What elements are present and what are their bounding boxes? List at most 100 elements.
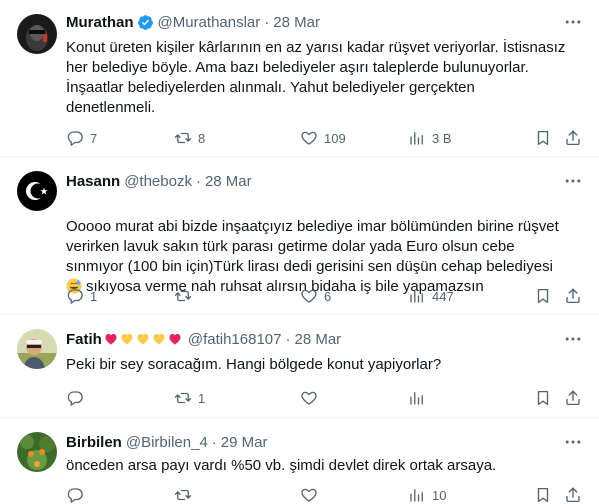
- avatar[interactable]: [17, 14, 57, 54]
- author-name[interactable]: Murathan: [66, 14, 134, 31]
- avatar-image: [17, 14, 57, 54]
- separator-dot: ·: [264, 13, 270, 31]
- author-handle[interactable]: @thebozk: [124, 173, 192, 190]
- more-icon[interactable]: [563, 12, 583, 32]
- author-handle[interactable]: @Murathanslar: [158, 14, 261, 31]
- reply-button[interactable]: [66, 485, 90, 504]
- tweet-date[interactable]: 28 Mar: [273, 14, 320, 31]
- bookmark-button[interactable]: [534, 286, 552, 306]
- bookmark-button[interactable]: [534, 388, 552, 408]
- retweet-icon: [174, 132, 192, 144]
- separator-dot: ·: [195, 172, 201, 190]
- views-icon: [410, 132, 423, 145]
- heart-icon: [301, 131, 317, 145]
- name-emoji-hearts: [104, 332, 184, 346]
- view-count: 10: [432, 487, 447, 503]
- avatar[interactable]: [17, 171, 57, 211]
- tweet-actions: 10: [56, 485, 586, 504]
- separator-dot: ·: [285, 330, 291, 348]
- heart-icon: [301, 488, 317, 502]
- bookmark-icon: [537, 487, 549, 503]
- retweet-count: 1: [198, 390, 206, 406]
- reply-button[interactable]: [66, 388, 90, 408]
- retweet-icon: [174, 290, 192, 302]
- share-icon: [566, 288, 580, 304]
- bookmark-icon: [537, 390, 549, 406]
- bookmark-button[interactable]: [534, 128, 552, 148]
- more-icon[interactable]: [563, 432, 583, 452]
- tweet-actions: 1 6 447: [56, 286, 586, 306]
- heart-emoji-icon: [137, 334, 149, 345]
- view-count: 3 B: [432, 130, 452, 146]
- reply-count: 1: [90, 288, 98, 304]
- author-name[interactable]: Birbilen: [66, 434, 122, 451]
- heart-icon: [301, 391, 317, 405]
- reply-icon: [67, 488, 83, 503]
- bookmark-icon: [537, 288, 549, 304]
- retweet-button[interactable]: [174, 286, 198, 306]
- bookmark-button[interactable]: [534, 485, 552, 504]
- heart-emoji-icon: [169, 334, 181, 345]
- like-button[interactable]: 6: [300, 286, 331, 306]
- tweet-text: Konut üreten kişiler kârlarının en az ya…: [66, 39, 566, 116]
- share-button[interactable]: [564, 485, 582, 504]
- tweet[interactable]: Fatih @fatih168107 · 28 Mar Peki bir sey…: [0, 315, 599, 418]
- like-count: 109: [324, 130, 346, 146]
- avatar-image: [17, 432, 57, 472]
- views-icon: [410, 290, 423, 303]
- share-button[interactable]: [564, 286, 582, 306]
- author-name[interactable]: Hasann: [66, 173, 120, 190]
- like-button[interactable]: [300, 388, 324, 408]
- retweet-button[interactable]: [174, 485, 198, 504]
- heart-emoji-icon: [105, 334, 117, 345]
- retweet-button[interactable]: 8: [174, 128, 205, 148]
- bookmark-icon: [537, 130, 549, 146]
- avatar-image: [17, 329, 57, 369]
- reply-icon: [67, 289, 83, 304]
- tweet[interactable]: Hasann @thebozk · 28 Mar Ooooo murat abi…: [0, 157, 599, 315]
- avatar[interactable]: [17, 432, 57, 472]
- view-count: 447: [432, 288, 454, 304]
- views-button[interactable]: 3 B: [408, 128, 452, 148]
- heart-emoji-icon: [153, 334, 165, 345]
- more-icon[interactable]: [563, 171, 583, 191]
- separator-dot: ·: [211, 433, 217, 451]
- tweet-date[interactable]: 28 Mar: [205, 173, 252, 190]
- tweet-date[interactable]: 29 Mar: [221, 434, 268, 451]
- tweet-text: önceden arsa payı vardı %50 vb. şimdi de…: [66, 457, 497, 474]
- like-button[interactable]: 109: [300, 128, 346, 148]
- views-button[interactable]: 447: [408, 286, 454, 306]
- share-icon: [566, 487, 580, 503]
- views-button[interactable]: 10: [408, 485, 446, 504]
- retweet-icon: [174, 392, 192, 404]
- tweet-date[interactable]: 28 Mar: [294, 331, 341, 348]
- more-icon[interactable]: [563, 329, 583, 349]
- tweet[interactable]: Murathan @Murathanslar · 28 Mar Konut ür…: [0, 0, 599, 157]
- reply-button[interactable]: 1: [66, 286, 97, 306]
- like-button[interactable]: [300, 485, 324, 504]
- views-icon: [410, 392, 423, 405]
- tweet-actions: 7 8 109 3 B: [56, 128, 586, 148]
- heart-emoji-icon: [121, 334, 133, 345]
- avatar[interactable]: [17, 329, 57, 369]
- reply-icon: [67, 391, 83, 406]
- tweet[interactable]: Birbilen @Birbilen_4 · 29 Mar önceden ar…: [0, 418, 599, 504]
- reply-count: 7: [90, 130, 98, 146]
- retweet-button[interactable]: 1: [174, 388, 205, 408]
- author-handle[interactable]: @fatih168107: [188, 331, 282, 348]
- heart-icon: [301, 289, 317, 303]
- share-icon: [566, 390, 580, 406]
- tweet-text-body: Ooooo murat abi bizde inşaatçıyız beledi…: [66, 218, 559, 275]
- verified-badge-icon: [137, 14, 153, 30]
- share-button[interactable]: [564, 388, 582, 408]
- reply-button[interactable]: 7: [66, 128, 97, 148]
- tweet-actions: 1: [56, 388, 586, 408]
- retweet-icon: [174, 489, 192, 501]
- share-icon: [566, 130, 580, 146]
- author-handle[interactable]: @Birbilen_4: [126, 434, 208, 451]
- views-button[interactable]: [408, 388, 432, 408]
- avatar-image: [17, 171, 57, 211]
- share-button[interactable]: [564, 128, 582, 148]
- author-name[interactable]: Fatih: [66, 331, 102, 348]
- reply-icon: [67, 131, 83, 146]
